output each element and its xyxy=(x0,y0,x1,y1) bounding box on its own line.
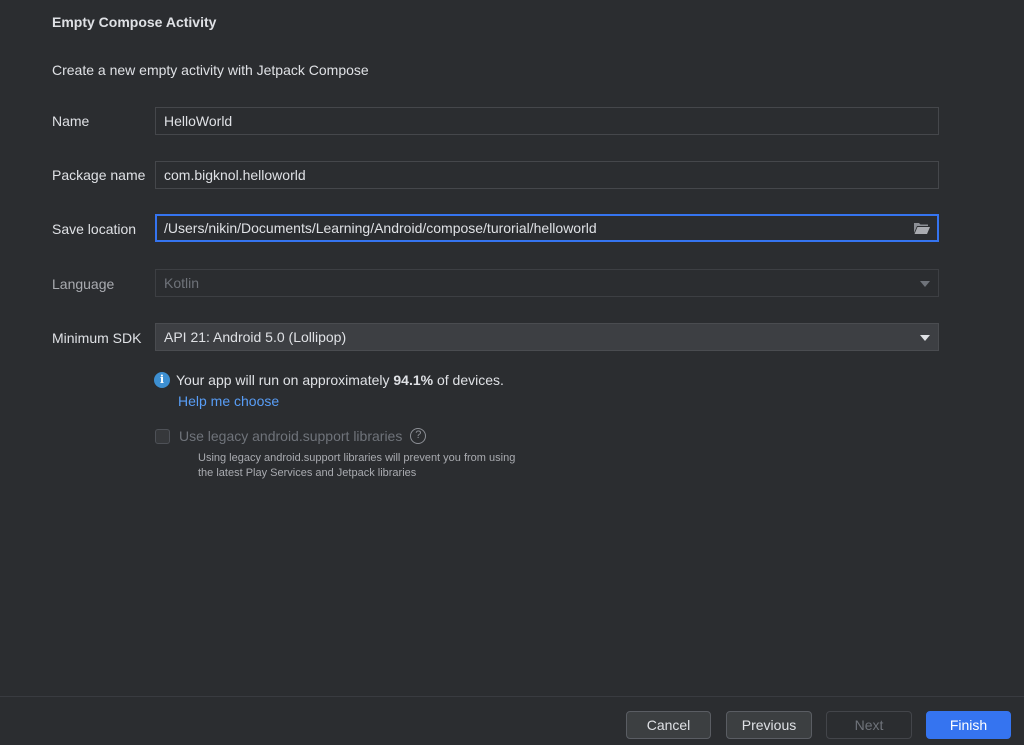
minimum-sdk-label: Minimum SDK xyxy=(52,330,142,346)
legacy-desc-line-1: Using legacy android.support libraries w… xyxy=(198,452,516,464)
info-icon: i xyxy=(154,372,170,388)
coverage-percent: 94.1% xyxy=(393,372,434,388)
legacy-libraries-checkbox[interactable] xyxy=(155,428,170,444)
next-button[interactable]: Next xyxy=(826,711,912,739)
legacy-libraries-label: Use legacy android.support libraries xyxy=(179,428,403,444)
chevron-down-icon xyxy=(920,335,930,341)
coverage-suffix: of devices. xyxy=(436,372,504,388)
package-name-input[interactable]: com.bigknol.helloworld xyxy=(155,161,939,189)
legacy-libraries-description: Using legacy android.support libraries w… xyxy=(198,451,515,481)
folder-icon[interactable] xyxy=(913,221,931,235)
name-input[interactable]: HelloWorld xyxy=(155,107,939,135)
package-name-label: Package name xyxy=(52,167,146,183)
help-me-choose-link[interactable]: Help me choose xyxy=(178,393,279,409)
minimum-sdk-select[interactable]: API 21: Android 5.0 (Lollipop) xyxy=(155,323,939,351)
coverage-prefix: Your app will run on approximately xyxy=(176,372,390,388)
language-select[interactable]: Kotlin xyxy=(155,269,939,297)
name-label: Name xyxy=(52,113,90,129)
device-coverage-info: i Your app will run on approximately 94.… xyxy=(154,372,504,388)
new-project-dialog: Empty Compose Activity Create a new empt… xyxy=(0,0,1024,745)
previous-button[interactable]: Previous xyxy=(726,711,812,739)
save-location-label: Save location xyxy=(52,221,137,237)
question-mark-icon[interactable]: ? xyxy=(410,428,427,444)
save-location-value: /Users/nikin/Documents/Learning/Android/… xyxy=(164,220,597,236)
language-label: Language xyxy=(52,276,115,292)
minimum-sdk-value: API 21: Android 5.0 (Lollipop) xyxy=(164,329,347,345)
cancel-button[interactable]: Cancel xyxy=(626,711,711,739)
dialog-subtitle: Create a new empty activity with Jetpack… xyxy=(52,62,369,78)
dialog-title: Empty Compose Activity xyxy=(52,14,217,30)
language-value: Kotlin xyxy=(164,275,200,291)
finish-button[interactable]: Finish xyxy=(926,711,1011,739)
chevron-down-icon xyxy=(920,281,930,287)
legacy-desc-line-2: the latest Play Services and Jetpack lib… xyxy=(198,467,417,479)
footer-divider xyxy=(0,696,1024,697)
save-location-input[interactable]: /Users/nikin/Documents/Learning/Android/… xyxy=(155,214,939,242)
legacy-libraries-option: Use legacy android.support libraries ? xyxy=(155,428,427,444)
